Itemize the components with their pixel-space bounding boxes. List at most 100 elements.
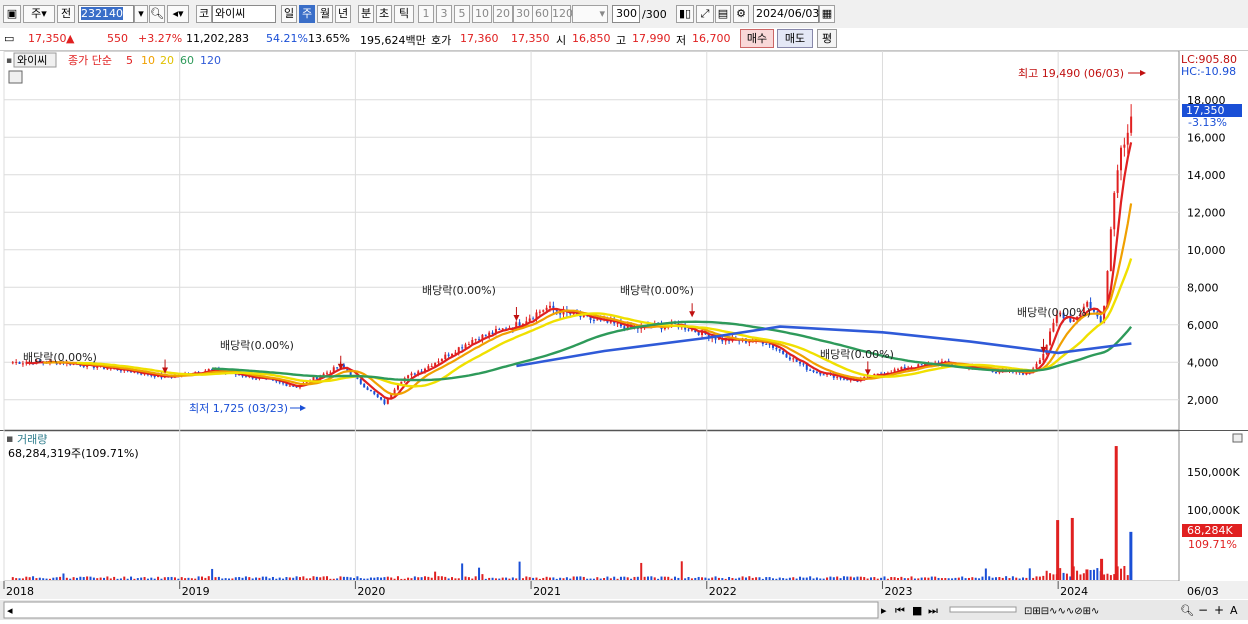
avg-button[interactable]: 평 <box>817 29 837 48</box>
volume-bar <box>859 576 862 580</box>
interval-30[interactable]: 30 <box>513 5 533 23</box>
volume-bar <box>336 578 339 580</box>
volume-bar <box>451 577 454 580</box>
interval-dropdown[interactable]: ▾ <box>572 5 608 23</box>
font-size-icon[interactable]: A <box>1230 604 1238 617</box>
stock-name-field[interactable]: 와이씨 <box>212 5 276 23</box>
volume-bar <box>1092 569 1095 580</box>
zoom-out-icon[interactable]: − <box>1198 603 1208 617</box>
date-input[interactable]: 2024/06/03 <box>753 5 819 23</box>
volume-bar <box>984 568 987 580</box>
period-second[interactable]: 초 <box>376 5 392 23</box>
volume-bar <box>1109 575 1112 580</box>
volume-bar <box>437 576 440 580</box>
volume-bar <box>528 577 531 580</box>
candle <box>1035 363 1038 369</box>
zoom-slider[interactable] <box>949 606 1017 613</box>
interval-5[interactable]: 5 <box>454 5 470 23</box>
volume-bar <box>755 577 758 580</box>
volume-bar <box>924 577 927 580</box>
code-input[interactable]: 232140 <box>78 5 134 23</box>
volume-bar <box>771 578 774 580</box>
interval-20[interactable]: 20 <box>493 5 513 23</box>
scroll-left-icon[interactable]: ◂ <box>7 604 13 617</box>
volume-bar <box>565 577 568 580</box>
scroll-right-icon[interactable]: ▸ <box>881 604 887 617</box>
volume-bar <box>488 577 491 580</box>
candle <box>822 374 825 376</box>
stop-icon[interactable]: ■ <box>912 604 922 617</box>
volume-title: 거래량 <box>17 433 47 446</box>
volume-bar <box>721 578 724 580</box>
interval-60[interactable]: 60 <box>532 5 552 23</box>
volume-bar <box>474 576 477 580</box>
period-minute[interactable]: 분 <box>358 5 374 23</box>
calendar-icon[interactable]: ▦ <box>819 5 835 23</box>
volume-bar <box>464 576 467 580</box>
volume-bar <box>180 577 183 580</box>
volume-bar <box>96 578 99 580</box>
settings-icon[interactable]: ⚙ <box>733 5 749 23</box>
period-week[interactable]: 주 <box>299 5 315 23</box>
volume-bar <box>552 577 555 580</box>
volume-bar <box>731 577 734 580</box>
volume-bar <box>15 578 18 580</box>
candle <box>1042 353 1045 361</box>
price-chart[interactable]: 배당락(0.00%) 배당락(0.00%) 배당락(0.00%) 배당락(0.00%)… <box>0 50 1248 621</box>
tool-icons[interactable]: ⊡⊞⊟∿∿∿⊘⊞∿ <box>1024 606 1099 617</box>
volume-bar <box>1052 574 1055 580</box>
x-label-last: 06/03 <box>1187 585 1219 598</box>
period-day[interactable]: 일 <box>281 5 297 23</box>
interval-3[interactable]: 3 <box>436 5 452 23</box>
dividend-label: 배당락(0.00%) <box>23 351 97 364</box>
period-tick[interactable]: 틱 <box>394 5 414 23</box>
volume-bar <box>910 576 913 580</box>
zoom-in-icon[interactable]: + <box>1214 603 1224 617</box>
search-icon[interactable]: 🔍︎ <box>149 5 165 23</box>
price-tick: 10,000 <box>1187 244 1226 257</box>
volume-bar <box>413 576 416 580</box>
volume-bar <box>609 578 612 580</box>
volume-bar <box>400 578 403 580</box>
save-icon[interactable]: ▤ <box>715 5 731 23</box>
volume-bar <box>839 578 842 580</box>
volume-bar <box>278 577 281 580</box>
scrollbar-track[interactable] <box>3 601 879 619</box>
prev-button[interactable]: 전 <box>57 5 75 23</box>
x-label: 2023 <box>884 585 912 598</box>
volume-bar <box>329 578 332 580</box>
volume-bar <box>35 578 38 580</box>
chart-toggle-icon[interactable]: ▭ <box>4 32 14 45</box>
period-year[interactable]: 년 <box>335 5 351 23</box>
volume-bar <box>1022 577 1025 580</box>
volume-bar <box>991 577 994 580</box>
volume-bar <box>998 577 1001 580</box>
volume-bar <box>592 578 595 580</box>
candle-type-icon[interactable]: ▮▯ <box>676 5 694 23</box>
candle <box>255 378 258 380</box>
x-label: 2022 <box>709 585 737 598</box>
volume-bar <box>596 577 599 580</box>
market-select[interactable]: 주▾ <box>23 5 55 23</box>
calculator-icon[interactable] <box>8 70 23 84</box>
window-icon[interactable]: ▣ <box>3 5 21 23</box>
volume-bar <box>221 578 224 580</box>
interval-120[interactable]: 120 <box>551 5 573 23</box>
last-page-icon[interactable]: ⏭ <box>928 604 938 617</box>
interval-10[interactable]: 10 <box>472 5 492 23</box>
legend-ma5: 5 <box>126 54 133 67</box>
count-input[interactable]: 300 <box>612 5 640 23</box>
volume-panel-close-icon[interactable] <box>1232 433 1243 443</box>
volume-bar <box>937 577 940 580</box>
speaker-icon[interactable]: ◂▾ <box>167 5 189 23</box>
interval-1[interactable]: 1 <box>418 5 434 23</box>
volume-bar <box>126 578 129 580</box>
line-tool-icon[interactable]: ⤢ <box>696 5 714 23</box>
code-dropdown-button[interactable]: ▾ <box>134 5 148 23</box>
period-month[interactable]: 월 <box>317 5 333 23</box>
zoom-search-icon[interactable]: 🔍︎ <box>1180 604 1194 617</box>
sell-button[interactable]: 매도 <box>777 29 813 48</box>
buy-button[interactable]: 매수 <box>740 29 774 48</box>
candle <box>775 347 778 350</box>
first-page-icon[interactable]: ⏮ <box>895 604 905 617</box>
